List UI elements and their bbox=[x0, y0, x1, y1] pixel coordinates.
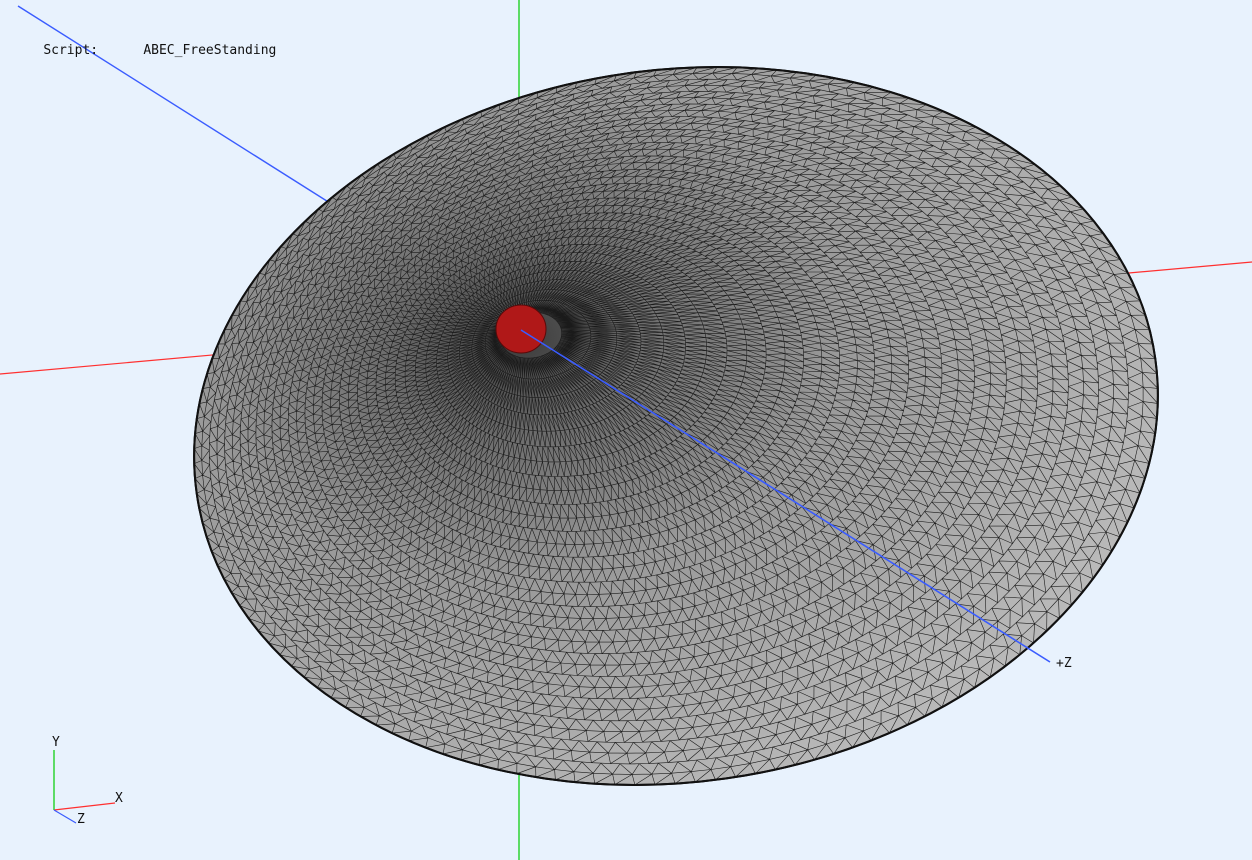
horn-mesh[interactable] bbox=[147, 6, 1205, 846]
triad-x-line bbox=[53, 802, 116, 811]
mesh-fill bbox=[193, 66, 1159, 786]
3d-viewport[interactable]: Script: ABEC_FreeStanding +Z Y X Z bbox=[0, 0, 1252, 860]
triad-x-label: X bbox=[115, 791, 123, 806]
triad-y-label: Y bbox=[52, 735, 60, 750]
triad-z-line bbox=[53, 809, 77, 824]
z-axis-label: +Z bbox=[1056, 656, 1072, 671]
triad-z-label: Z bbox=[77, 812, 85, 827]
script-name: ABEC_FreeStanding bbox=[143, 43, 277, 58]
script-label: Script: bbox=[43, 43, 99, 58]
script-info: Script: ABEC_FreeStanding bbox=[12, 28, 276, 73]
mesh-scene[interactable] bbox=[0, 0, 1252, 860]
source-patch[interactable] bbox=[495, 304, 547, 354]
